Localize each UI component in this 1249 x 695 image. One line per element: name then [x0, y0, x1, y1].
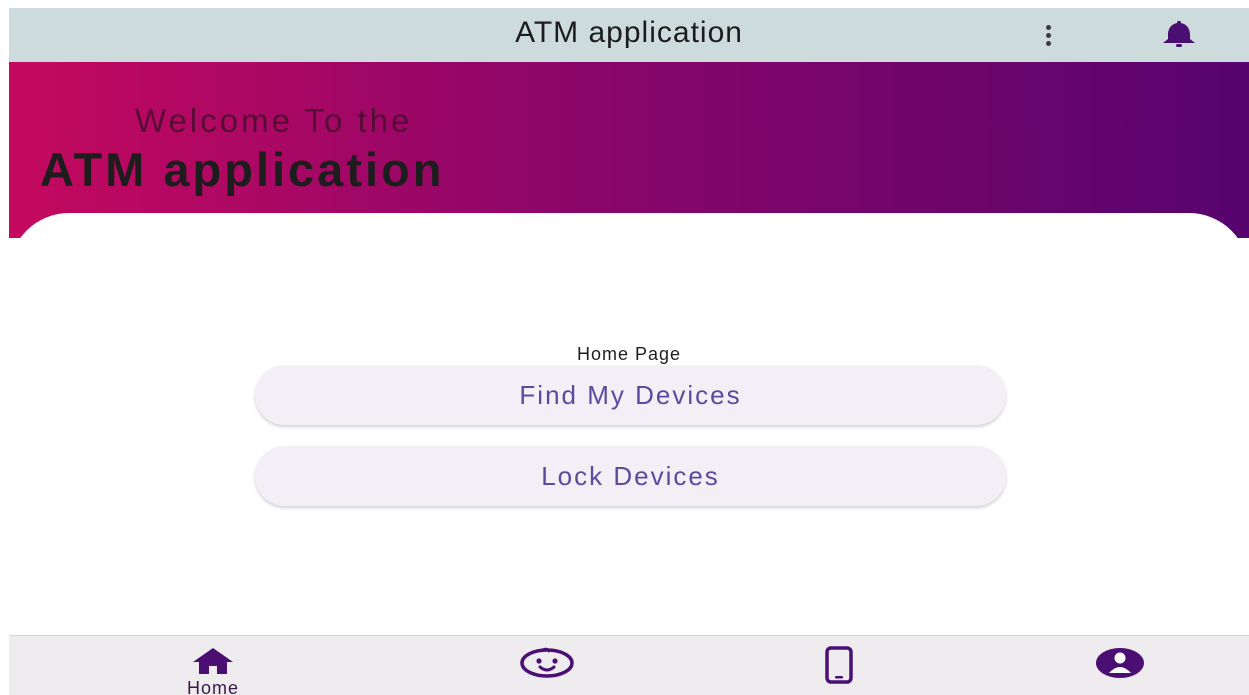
bell-icon	[1163, 21, 1195, 47]
app-bar: ATM application	[9, 8, 1249, 62]
more-options-button[interactable]	[1033, 20, 1063, 50]
find-my-devices-button[interactable]: Find My Devices	[255, 365, 1006, 425]
home-icon	[193, 648, 233, 674]
nav-item-profile[interactable]	[1060, 636, 1180, 695]
bottom-navigation: Home	[9, 635, 1249, 695]
profile-icon	[1096, 648, 1144, 678]
nav-item-devices[interactable]	[779, 636, 899, 695]
page-title: Home Page	[576, 344, 682, 364]
welcome-text: Welcome To the	[135, 102, 413, 139]
tablet-icon	[825, 646, 853, 684]
nav-label-home: Home	[186, 678, 239, 695]
content-curve	[9, 213, 1249, 293]
banner-title: ATM application	[40, 143, 445, 196]
welcome-banner: Welcome To the ATM application	[9, 62, 1249, 238]
nav-item-kids[interactable]	[487, 636, 607, 695]
nav-item-home[interactable]: Home	[153, 636, 273, 695]
more-vertical-icon	[1045, 24, 1051, 30]
lock-devices-button[interactable]: Lock Devices	[255, 446, 1006, 506]
notifications-button[interactable]	[1157, 20, 1201, 50]
face-icon	[520, 647, 574, 678]
app-bar-title: ATM application	[515, 16, 743, 49]
app-screen: ATM application Welcome To the ATM appli…	[9, 8, 1249, 695]
